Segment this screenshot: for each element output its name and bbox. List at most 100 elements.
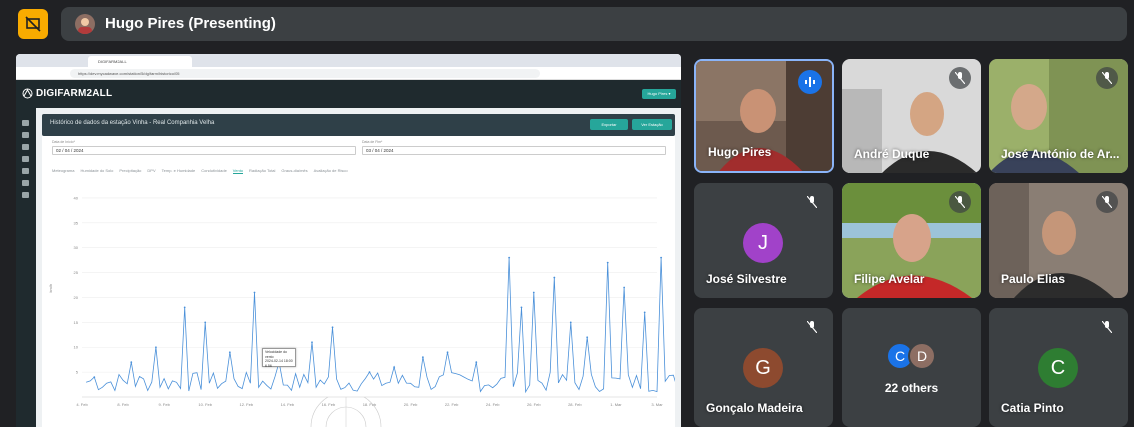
x-tick-label: 8. Feb <box>117 402 129 407</box>
participant-name: José Silvestre <box>706 272 787 286</box>
app-title: DIGIFARM2ALL <box>36 88 113 99</box>
y-tick-label: 40 <box>74 195 79 200</box>
y-tick-label: 30 <box>74 245 79 250</box>
browser-address-bar: https://dev.mycadwave.com/station/5/dg/f… <box>16 67 681 80</box>
peak-point <box>421 356 424 359</box>
others-avatar: D <box>908 342 936 370</box>
wind-speed-chart: 5 10 15 20 25 30 35 40 4. Feb 8. Feb 9. Feb 10. Feb… <box>48 195 675 407</box>
data-tab[interactable]: Humidade do Solo <box>80 168 113 173</box>
x-tick-label: 1. Mar <box>610 402 622 407</box>
participant-tile[interactable]: G Gonçalo Madeira <box>694 308 833 427</box>
data-tab[interactable]: Temp. e Humidade <box>162 168 196 173</box>
upload-icon[interactable] <box>22 180 29 186</box>
tooltip-title: Velocidade do vento <box>265 350 287 359</box>
wind-speed-series-line <box>85 257 675 394</box>
browser-tab[interactable]: DIGIFARM2ALL <box>88 56 192 67</box>
mic-muted-icon <box>801 191 823 213</box>
peak-point <box>520 306 523 309</box>
participant-tile[interactable]: José António de Ar... <box>989 59 1128 173</box>
tooltip-value: 6.56 <box>265 363 272 368</box>
peak-point <box>155 346 157 349</box>
peak-point <box>228 351 231 354</box>
peak-point <box>553 276 556 279</box>
y-tick-label: 20 <box>74 295 79 300</box>
peak-point <box>93 376 96 378</box>
browser-tab-strip: DIGIFARM2ALL <box>16 54 681 67</box>
mic-muted-icon <box>1096 316 1118 338</box>
peak-point <box>643 311 646 314</box>
settings-icon[interactable] <box>22 192 29 198</box>
presentation-icon[interactable] <box>18 9 48 39</box>
participant-tile[interactable]: André Duque <box>842 59 981 173</box>
participant-tile[interactable]: Filipe Avelar <box>842 183 981 298</box>
y-tick-label: 5 <box>76 370 79 375</box>
participant-tile[interactable]: C Catia Pinto <box>989 308 1128 427</box>
participant-tile[interactable]: Hugo Pires <box>694 59 834 173</box>
data-tab[interactable]: Precipitação <box>119 168 141 173</box>
data-tab[interactable]: Condutividade <box>201 168 227 173</box>
data-tab[interactable]: DPV <box>147 168 155 173</box>
warning-icon[interactable] <box>22 132 29 138</box>
y-tick-label: 35 <box>74 220 79 225</box>
mic-muted-icon <box>949 67 971 89</box>
card-title: Histórico de dados da estação Vinha - Re… <box>50 120 215 126</box>
chart-icon[interactable] <box>22 156 29 162</box>
peak-point <box>586 336 589 339</box>
speaking-indicator-icon <box>798 70 822 94</box>
digifarm-logo-icon <box>22 88 33 99</box>
start-date-input[interactable]: 02 / 04 / 2024 <box>52 146 356 155</box>
participant-name: Catia Pinto <box>1001 401 1064 415</box>
peak-point <box>569 321 572 324</box>
data-tab[interactable]: Vento <box>232 168 244 174</box>
export-button[interactable]: Exportar <box>590 119 628 130</box>
peak-point <box>475 361 478 364</box>
participant-avatar: G <box>743 348 783 388</box>
data-tab[interactable]: Avaliação de Risco <box>314 168 348 173</box>
data-tab[interactable]: Radiação Total <box>249 168 275 173</box>
others-tile[interactable]: C D 22 others <box>842 308 981 427</box>
x-tick-label: 12. Feb <box>239 402 253 407</box>
x-tick-label: 28. Feb <box>568 402 582 407</box>
y-tick-label: 25 <box>74 270 79 275</box>
data-tabs: Meteograma Humidade do Solo Precipitação DP… <box>52 168 652 176</box>
x-tick-label: 14. Feb <box>281 402 295 407</box>
participant-avatar: C <box>1038 348 1078 388</box>
tools-icon[interactable] <box>22 144 29 150</box>
peak-point <box>204 321 207 324</box>
app-header: DIGIFARM2ALL Hugo Pires ▾ <box>16 80 681 108</box>
card-header: Histórico de dados da estação Vinha - Re… <box>42 114 675 136</box>
data-tab[interactable]: Graus-dia/mês <box>281 168 307 173</box>
y-tick-label: 15 <box>74 320 79 325</box>
peak-point <box>393 366 396 369</box>
peak-point <box>368 371 371 374</box>
x-tick-label: 4. Feb <box>76 402 88 407</box>
participant-tile[interactable]: J José Silvestre <box>694 183 833 298</box>
data-tab[interactable]: Meteograma <box>52 168 74 173</box>
end-date-input[interactable]: 03 / 04 / 2024 <box>362 146 666 155</box>
presenter-banner: Hugo Pires (Presenting) <box>61 7 1127 41</box>
home-icon[interactable] <box>22 120 29 126</box>
presenter-avatar <box>75 14 95 34</box>
participant-name: Filipe Avelar <box>854 272 925 286</box>
others-count: 22 others <box>884 381 939 395</box>
meeting-top-bar: Hugo Pires (Presenting) <box>0 0 1134 48</box>
peak-point <box>532 291 535 294</box>
peak-point <box>183 306 186 309</box>
history-card: Data de Início* 02 / 04 / 2024 Data de F… <box>42 136 675 427</box>
mic-muted-icon <box>1096 67 1118 89</box>
peak-point <box>623 286 626 289</box>
station-icon[interactable] <box>22 168 29 174</box>
x-tick-label: 22. Feb <box>445 402 459 407</box>
user-menu-button[interactable]: Hugo Pires ▾ <box>642 89 676 99</box>
x-tick-label: 20. Feb <box>404 402 418 407</box>
presenter-title: Hugo Pires (Presenting) <box>105 15 276 32</box>
peak-point <box>331 326 334 329</box>
shared-screen: DIGIFARM2ALL https://dev.mycadwave.com/s… <box>16 54 681 427</box>
app-sidebar <box>16 108 36 427</box>
x-tick-label: 9. Feb <box>158 402 170 407</box>
participant-name: Hugo Pires <box>708 145 772 159</box>
participant-tile[interactable]: Paulo Elias <box>989 183 1128 298</box>
url-field[interactable]: https://dev.mycadwave.com/station/5/dg/f… <box>70 69 540 78</box>
tooltip-date: 2024-02-14 18:00 <box>265 359 293 363</box>
view-station-button[interactable]: Ver Estação <box>632 119 672 130</box>
